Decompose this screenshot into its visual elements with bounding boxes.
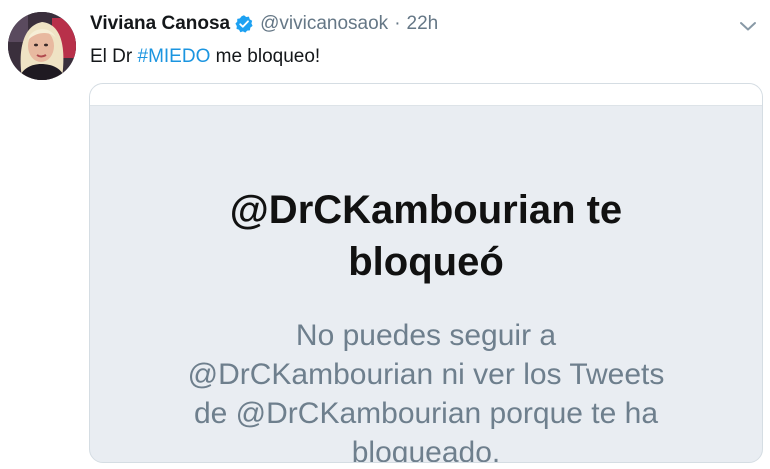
tweet-text-after: me bloqueo! xyxy=(210,46,321,67)
avatar[interactable] xyxy=(8,12,76,80)
blocked-message-line: de @DrCKambourian porque te ha xyxy=(193,397,659,430)
tweet-text: El Dr #MIEDO me bloqueo! xyxy=(90,44,320,70)
blocked-title-line: bloqueó xyxy=(348,240,504,284)
user-handle[interactable]: @vivicanosaok xyxy=(260,12,388,36)
chevron-down-icon[interactable] xyxy=(736,14,760,38)
separator-dot: · xyxy=(394,13,401,34)
blocked-title: @DrCKambourian te bloqueó xyxy=(90,184,762,288)
tweet-header: Viviana Canosa @vivicanosaok · 22h xyxy=(90,12,438,36)
blocked-message-line: @DrCKambourian ni ver los Tweets xyxy=(187,358,665,391)
card-top-strip xyxy=(90,84,762,106)
tweet[interactable]: Viviana Canosa @vivicanosaok · 22h El Dr… xyxy=(0,0,770,469)
embedded-screenshot-card[interactable]: @DrCKambourian te bloqueó No puedes segu… xyxy=(89,83,763,463)
blocked-message-line: bloqueado. xyxy=(351,436,501,463)
blocked-title-line: @DrCKambourian te xyxy=(229,188,623,232)
timestamp[interactable]: 22h xyxy=(407,12,439,36)
blocked-message-line: No puedes seguir a xyxy=(295,319,557,352)
tweet-text-before: El Dr xyxy=(90,46,138,67)
verified-badge-icon xyxy=(234,14,254,34)
blocked-message: No puedes seguir a @DrCKambourian ni ver… xyxy=(90,316,762,463)
hashtag-link[interactable]: #MIEDO xyxy=(138,46,211,67)
display-name[interactable]: Viviana Canosa xyxy=(90,12,230,36)
